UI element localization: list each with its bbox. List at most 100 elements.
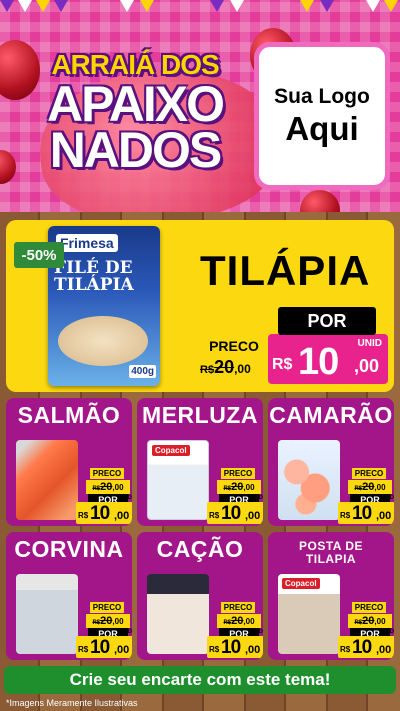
product-name: CAMARÃO <box>269 402 393 428</box>
old-price: R$20,00 <box>86 480 130 494</box>
unit-label: UNID <box>117 629 132 635</box>
old-price-currency: R$ <box>223 486 232 492</box>
old-price-currency: R$ <box>92 486 101 492</box>
product-image: Copacol <box>278 574 340 654</box>
old-price-cents: ,00 <box>243 483 255 492</box>
product-card[interactable]: CORVINA PRECO R$20,00 POR UNID R$ 10,00 <box>6 532 132 660</box>
old-price-value: 20 <box>362 615 375 627</box>
event-title-line2: APAIXO <box>47 76 225 132</box>
new-price-value: 10 <box>90 637 110 658</box>
disclaimer-text: *Imagens Meramente Ilustrativas <box>6 698 138 708</box>
old-price-currency: R$ <box>354 620 363 626</box>
price-label: PRECO <box>221 468 255 479</box>
old-price-currency: R$ <box>354 486 363 492</box>
new-price-value: 10 <box>352 637 372 658</box>
por-label: POR <box>278 307 376 335</box>
unit-label: UNID <box>248 629 263 635</box>
old-price-value: 20 <box>231 481 244 493</box>
product-name: CAÇÃO <box>156 536 244 562</box>
logo-placeholder-line1: Sua Logo <box>274 85 370 108</box>
product-image <box>278 440 340 520</box>
product-name: POSTA DE TILAPIA <box>298 539 363 566</box>
product-card[interactable]: SALMÃO PRECO R$20,00 POR UNID R$ 10,00 <box>6 398 132 526</box>
old-price-value: 20 <box>362 481 375 493</box>
new-price-cents: ,00 <box>354 356 380 376</box>
product-image <box>16 574 78 654</box>
new-price: UNID R$ 10 ,00 <box>76 495 132 524</box>
price-label: PRECO <box>352 468 386 479</box>
new-price-value: 10 <box>298 341 339 383</box>
new-price-cents: ,00 <box>245 644 261 656</box>
unit-label: UNID <box>379 495 394 501</box>
new-price-cents: ,00 <box>376 510 392 522</box>
product-image <box>147 574 209 654</box>
product-image: Copacol <box>147 440 209 520</box>
price-label: PRECO <box>90 602 124 613</box>
old-price-cents: ,00 <box>374 617 386 626</box>
new-price-currency: R$ <box>209 511 220 520</box>
product-card[interactable]: CAMARÃO PRECO R$20,00 POR UNID R$ 10,00 <box>268 398 394 526</box>
new-price-currency: R$ <box>272 356 293 373</box>
product-name: MERLUZA <box>142 402 258 428</box>
new-price: UNID R$ 10 ,00 <box>338 495 394 524</box>
new-price-cents: ,00 <box>114 510 130 522</box>
logo-placeholder-line2: Aqui <box>285 110 359 147</box>
product-image <box>16 440 78 520</box>
old-price-currency: R$ <box>92 620 101 626</box>
new-price: UNID R$ 10 ,00 <box>207 495 263 524</box>
old-price: R$20,00 <box>86 614 130 628</box>
new-price-currency: R$ <box>78 645 89 654</box>
new-price: UNID R$ 10 ,00 <box>268 334 388 384</box>
balloon-decoration <box>0 150 16 184</box>
product-name: CORVINA <box>14 536 124 562</box>
price-label: PRECO <box>352 602 386 613</box>
featured-product-name: TILÁPIA <box>200 247 371 294</box>
old-price: R$20,00 <box>348 614 392 628</box>
old-price-currency: R$ <box>223 620 232 626</box>
old-price-cents: ,00 <box>374 483 386 492</box>
hero-banner: ARRAIÁ DOS APAIXO NADOS Sua Logo Aqui <box>0 0 400 212</box>
unit-label: UNID <box>117 495 132 501</box>
balloon-decoration <box>300 190 340 212</box>
price-label: PRECO <box>221 602 255 613</box>
new-price: UNID R$ 10 ,00 <box>338 629 394 658</box>
fish-fillet-icon <box>58 316 148 366</box>
new-price-value: 10 <box>90 503 110 524</box>
old-price-cents: ,00 <box>112 617 124 626</box>
event-title: ARRAIÁ DOS APAIXO NADOS <box>20 50 250 176</box>
old-price-value: 20 <box>100 615 113 627</box>
product-card[interactable]: CAÇÃO PRECO R$20,00 POR UNID R$ 10,00 <box>137 532 263 660</box>
new-price: UNID R$ 10 ,00 <box>76 629 132 658</box>
product-card[interactable]: MERLUZA Copacol PRECO R$20,00 POR UNID R$… <box>137 398 263 526</box>
new-price-value: 10 <box>352 503 372 524</box>
new-price-cents: ,00 <box>245 510 261 522</box>
create-flyer-button[interactable]: Crie seu encarte com este tema! <box>4 666 396 694</box>
old-price: R$20,00 <box>348 480 392 494</box>
product-name: SALMÃO <box>17 402 121 428</box>
old-price-cents: ,00 <box>112 483 124 492</box>
discount-badge: -50% <box>14 242 64 268</box>
old-price-value: 20 <box>231 615 244 627</box>
product-brand-tag: Copacol <box>152 445 190 456</box>
price-label: PRECO <box>90 468 124 479</box>
product-package-image: Frimesa FILÉ DE TILÁPIA 400g <box>48 226 160 386</box>
logo-placeholder[interactable]: Sua Logo Aqui <box>254 42 390 190</box>
old-price-cents: ,00 <box>234 362 251 376</box>
new-price-currency: R$ <box>340 645 351 654</box>
product-card[interactable]: POSTA DE TILAPIA Copacol PRECO R$20,00 P… <box>268 532 394 660</box>
product-brand-tag: Copacol <box>282 578 320 589</box>
old-price-value: 20 <box>214 357 235 377</box>
new-price-currency: R$ <box>209 645 220 654</box>
new-price-currency: R$ <box>78 511 89 520</box>
package-brand: Frimesa <box>56 234 118 252</box>
new-price-value: 10 <box>221 503 241 524</box>
new-price-value: 10 <box>221 637 241 658</box>
bunting-flags-icon <box>0 0 398 12</box>
new-price-cents: ,00 <box>376 644 392 656</box>
old-price-currency: R$ <box>200 364 215 376</box>
old-price: R$20,00 <box>217 480 261 494</box>
new-price: UNID R$ 10 ,00 <box>207 629 263 658</box>
new-price-cents: ,00 <box>114 644 130 656</box>
unit-label: UNID <box>248 495 263 501</box>
unit-label: UNID <box>379 629 394 635</box>
